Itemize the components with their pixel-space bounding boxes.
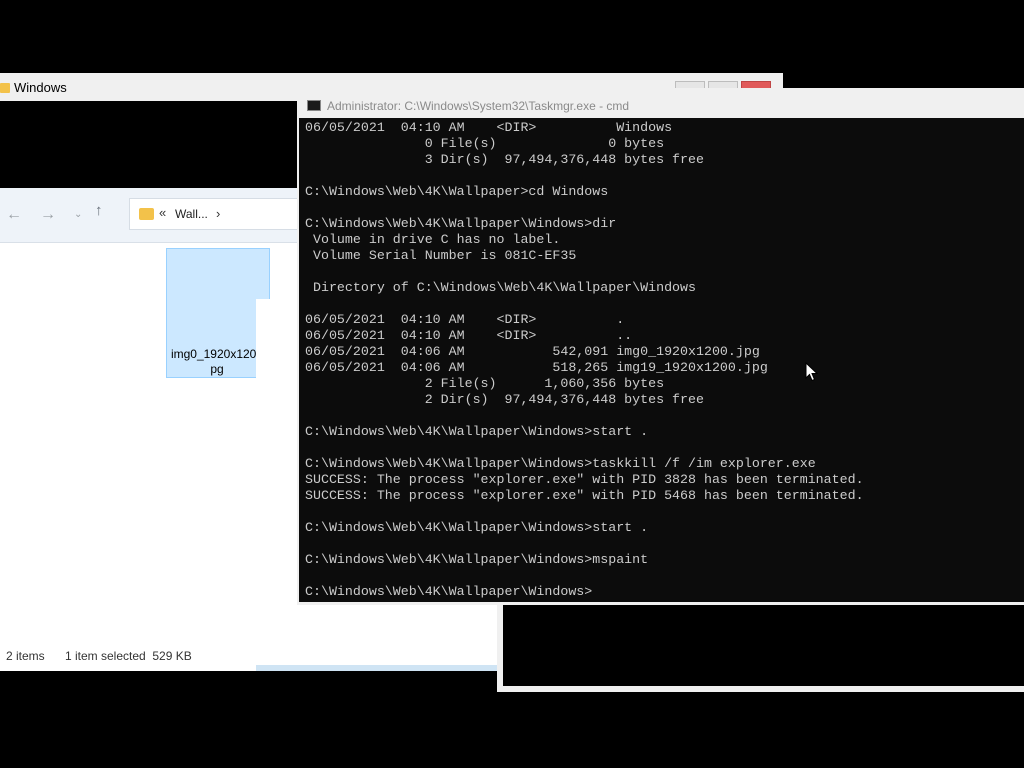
folder-icon — [0, 83, 10, 93]
chevron-right-icon[interactable]: › — [216, 206, 220, 221]
cmd-titlebar[interactable]: Administrator: C:\Windows\System32\Taskm… — [297, 88, 1024, 118]
file-name-label: img0_1920x1200 pg — [167, 347, 267, 377]
selection-info: 1 item selected 529 KB — [65, 649, 192, 663]
console-line: 06/05/2021 04:10 AM <DIR> .. — [305, 328, 633, 343]
console-line: Volume in drive C has no label. — [305, 232, 561, 247]
back-arrow-icon[interactable]: ← — [6, 206, 22, 224]
forward-arrow-icon[interactable]: → — [40, 206, 56, 224]
console-line: 06/05/2021 04:06 AM 542,091 img0_1920x12… — [305, 344, 760, 359]
explorer-window-title: Windows — [14, 80, 67, 95]
console-line: 3 Dir(s) 97,494,376,448 bytes free — [305, 152, 704, 167]
console-line: 06/05/2021 04:06 AM 518,265 img19_1920x1… — [305, 360, 768, 375]
console-line: Directory of C:\Windows\Web\4K\Wallpaper… — [305, 280, 696, 295]
console-output[interactable]: 06/05/2021 04:10 AM <DIR> Windows 0 File… — [299, 118, 1024, 602]
console-line: 2 Dir(s) 97,494,376,448 bytes free — [305, 392, 704, 407]
breadcrumb-item-wallpaper[interactable]: Wall... — [175, 207, 208, 221]
command-prompt-window: Administrator: C:\Windows\System32\Taskm… — [297, 88, 1024, 605]
file-name-line-2: pg — [210, 362, 224, 376]
breadcrumb-overflow[interactable]: « — [159, 205, 166, 220]
console-line: 06/05/2021 04:10 AM <DIR> . — [305, 312, 625, 327]
cmd-window-title: Administrator: C:\Windows\System32\Taskm… — [327, 99, 630, 113]
up-arrow-icon[interactable]: ↑ — [95, 202, 103, 220]
console-line: C:\Windows\Web\4K\Wallpaper\Windows>task… — [305, 456, 816, 471]
mouse-pointer-icon — [805, 362, 818, 382]
console-line: C:\Windows\Web\4K\Wallpaper\Windows>dir — [305, 216, 617, 231]
background-window-frame — [497, 600, 1024, 692]
recent-dropdown-icon[interactable]: ⌄ — [74, 206, 82, 224]
console-line: 2 File(s) 1,060,356 bytes — [305, 376, 665, 391]
console-line: Volume Serial Number is 081C-EF35 — [305, 248, 577, 263]
console-line: SUCCESS: The process "explorer.exe" with… — [305, 472, 864, 487]
item-count: 2 items — [6, 649, 45, 663]
console-line: C:\Windows\Web\4K\Wallpaper\Windows>mspa… — [305, 552, 649, 567]
file-name-line-1: img0_1920x1200 — [170, 347, 264, 361]
console-line: 06/05/2021 04:10 AM <DIR> Windows — [305, 120, 673, 135]
console-line: C:\Windows\Web\4K\Wallpaper\Windows> — [305, 584, 593, 599]
console-line: SUCCESS: The process "explorer.exe" with… — [305, 488, 864, 503]
file-thumbnail — [167, 249, 269, 341]
unpainted-region — [256, 299, 270, 379]
folder-icon — [139, 208, 154, 220]
command-prompt-icon[interactable] — [307, 100, 321, 111]
console-line: C:\Windows\Web\4K\Wallpaper\Windows>star… — [305, 424, 649, 439]
console-line: 0 File(s) 0 bytes — [305, 136, 665, 151]
console-line: C:\Windows\Web\4K\Wallpaper\Windows>star… — [305, 520, 649, 535]
file-item-img0[interactable]: img0_1920x1200 pg — [166, 248, 270, 378]
console-line: C:\Windows\Web\4K\Wallpaper>cd Windows — [305, 184, 609, 199]
